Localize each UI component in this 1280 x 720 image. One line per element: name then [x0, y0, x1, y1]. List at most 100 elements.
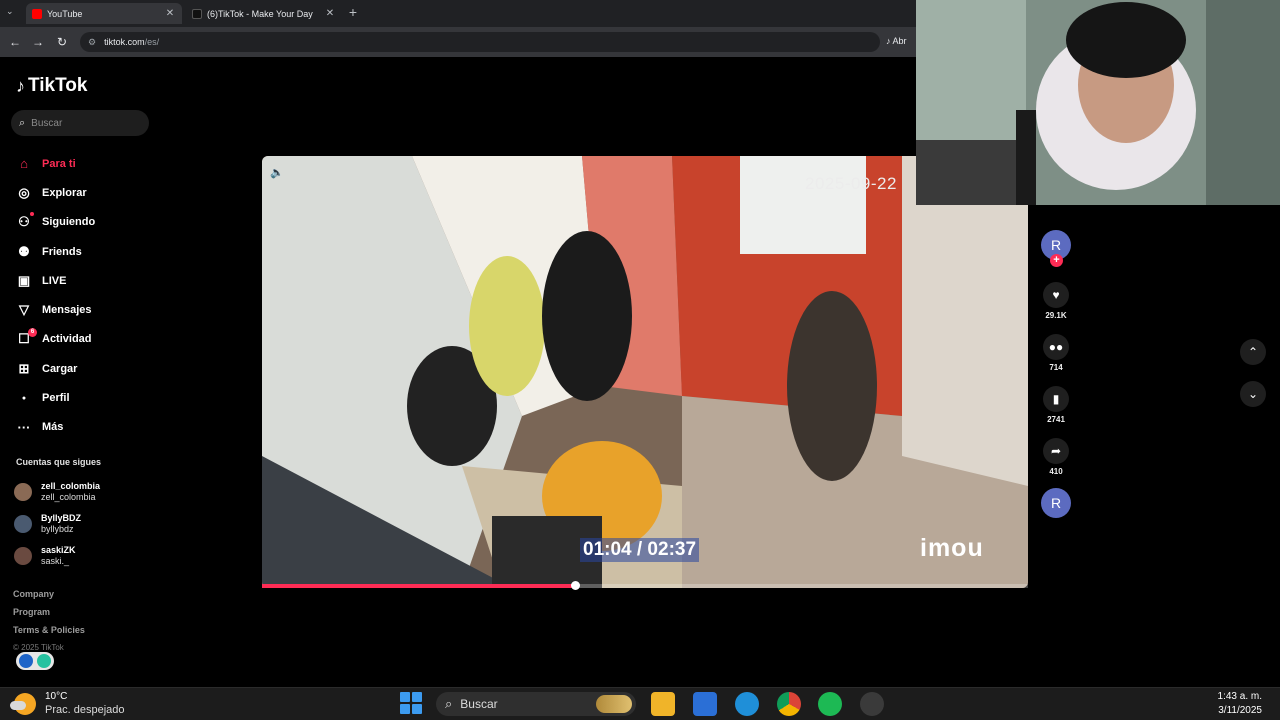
tab-title: YouTube: [47, 8, 83, 19]
tiktok-logo[interactable]: ♪ TikTok: [16, 75, 87, 97]
video-player[interactable]: 🔈 2025-09-22 01:04 / 02:37 imou: [262, 156, 1028, 588]
video-frame: [262, 156, 1028, 588]
forward-icon[interactable]: →: [31, 35, 45, 49]
nav-item-siguiendo[interactable]: ⚇ Siguiendo: [16, 208, 95, 237]
windows-logo-icon: [400, 692, 410, 702]
youtube-favicon-icon: [32, 8, 42, 19]
activity-badge: 6: [28, 327, 37, 337]
share-button[interactable]: ➦ 410: [1040, 438, 1072, 476]
system-clock[interactable]: 1:43 a. m. 3/11/2025: [1200, 688, 1262, 718]
url-path: /es/: [144, 37, 160, 47]
nav-label: Friends: [42, 245, 82, 258]
nav-label: LIVE: [42, 274, 67, 287]
friends-icon: ⚉: [18, 243, 30, 259]
following-icon: ⚇: [18, 214, 30, 230]
logo-text: TikTok: [28, 75, 88, 96]
save-button[interactable]: ▮ 2741: [1040, 386, 1072, 424]
copyright: © 2025 TikTok: [13, 643, 64, 652]
tab-youtube[interactable]: YouTube ✕: [26, 3, 182, 24]
account-handle: zell_colombia: [41, 492, 96, 502]
nav-item-cargar[interactable]: ⊞ Cargar: [16, 354, 95, 383]
extension-label: Abr: [892, 36, 907, 46]
spotify-icon[interactable]: [818, 692, 842, 716]
list-item[interactable]: ByllyBDZ byllybdz: [14, 508, 100, 540]
search-input[interactable]: ⌕ Buscar: [11, 110, 149, 136]
chrome-icon[interactable]: [777, 692, 801, 716]
avatar: [14, 483, 32, 501]
save-count: 2741: [1047, 415, 1065, 424]
nav-label: Siguiendo: [42, 216, 96, 229]
music-avatar[interactable]: R: [1041, 488, 1071, 518]
like-button[interactable]: ♥ 29.1K: [1040, 282, 1072, 320]
reload-icon[interactable]: ↻: [55, 35, 69, 49]
camera-date-overlay: 2025-09-22: [805, 174, 897, 193]
search-icon: ⌕: [445, 696, 453, 711]
tiktok-note-icon: ♪: [16, 75, 25, 96]
nav-item-perfil[interactable]: ● Perfil: [16, 383, 95, 412]
follow-plus-icon[interactable]: +: [1050, 254, 1063, 267]
webcam-feed: [916, 0, 1280, 205]
imou-watermark: imou: [920, 534, 984, 562]
nav-item-explorar[interactable]: ◎ Explorar: [16, 178, 95, 207]
nav-item-actividad[interactable]: ☐ Actividad 6: [16, 325, 95, 354]
footer-link-terms[interactable]: Terms & Policies: [13, 625, 85, 643]
messages-icon: ▽: [19, 302, 29, 318]
nav-label: Explorar: [42, 186, 87, 199]
video-progress-bar[interactable]: [262, 581, 1028, 590]
volume-icon[interactable]: 🔈: [270, 166, 284, 179]
new-dot: [30, 211, 34, 216]
nav-item-live[interactable]: ▣ LIVE: [16, 266, 95, 295]
progress-handle[interactable]: [571, 581, 581, 590]
list-item[interactable]: zell_colombia zell_colombia: [14, 476, 100, 508]
account-handle: saski._: [41, 556, 70, 566]
taskbar-search-label: Buscar: [460, 697, 498, 711]
browser-tab-bar: ⌄ YouTube ✕ (6)TikTok - Make Your Day ✕ …: [0, 0, 916, 27]
previous-video-button[interactable]: ⌃: [1240, 339, 1266, 365]
taskbar-search[interactable]: ⌕ Buscar: [436, 692, 636, 716]
close-tab-icon[interactable]: ✕: [164, 8, 176, 19]
close-tab-icon[interactable]: ✕: [324, 8, 336, 19]
tiktok-extension-icon: ♪: [886, 36, 891, 46]
nav-item-mensajes[interactable]: ▽ Mensajes: [16, 295, 95, 324]
bookmark-icon: ▮: [1043, 386, 1069, 412]
obs-icon[interactable]: [860, 692, 884, 716]
comment-icon: ●●: [1043, 334, 1069, 360]
nav-item-para-ti[interactable]: ⌂ Para ti: [16, 149, 95, 178]
file-explorer-icon[interactable]: [651, 692, 675, 716]
comment-count: 714: [1049, 363, 1063, 372]
screen: ⌄ YouTube ✕ (6)TikTok - Make Your Day ✕ …: [0, 0, 1280, 720]
nav-item-mas[interactable]: ··· Más: [16, 413, 95, 442]
weather-widget[interactable]: 10°C Prac. despejado: [10, 691, 125, 717]
store-icon[interactable]: [693, 692, 717, 716]
site-info-icon[interactable]: ⚙: [88, 37, 96, 48]
extension-button[interactable]: ♪ Abr: [886, 36, 907, 46]
account-handle: byllybdz: [41, 524, 74, 534]
tab-tiktok[interactable]: (6)TikTok - Make Your Day ✕: [186, 3, 342, 24]
chevron-down-icon: ⌄: [1247, 387, 1259, 401]
nav-label: Cargar: [42, 362, 78, 375]
avatar: [14, 547, 32, 565]
live-icon: ▣: [17, 272, 31, 288]
get-app-button[interactable]: [16, 652, 54, 670]
next-video-button[interactable]: ⌄: [1240, 381, 1266, 407]
nav-label: Actividad: [42, 333, 92, 346]
clock-date: 3/11/2025: [1218, 705, 1262, 716]
footer-links: Company Program Terms & Policies: [13, 589, 85, 643]
start-button[interactable]: [400, 692, 422, 714]
share-count: 410: [1049, 467, 1063, 476]
footer-link-program[interactable]: Program: [13, 607, 85, 625]
avatar: [14, 515, 32, 533]
nav-label: Perfil: [42, 392, 70, 405]
account-name: saskiZK: [41, 545, 76, 555]
comment-button[interactable]: ●● 714: [1040, 334, 1072, 372]
nav-item-friends[interactable]: ⚉ Friends: [16, 237, 95, 266]
address-bar[interactable]: ⚙ tiktok.com/es/: [80, 32, 880, 52]
tab-search-icon[interactable]: ⌄: [6, 6, 14, 17]
list-item[interactable]: saskiZK saski._: [14, 540, 100, 572]
home-icon: ⌂: [20, 156, 28, 172]
edge-icon[interactable]: [735, 692, 759, 716]
new-tab-icon[interactable]: +: [346, 5, 360, 19]
back-icon[interactable]: ←: [8, 35, 22, 49]
share-icon: ➦: [1043, 438, 1069, 464]
footer-link-company[interactable]: Company: [13, 589, 85, 607]
